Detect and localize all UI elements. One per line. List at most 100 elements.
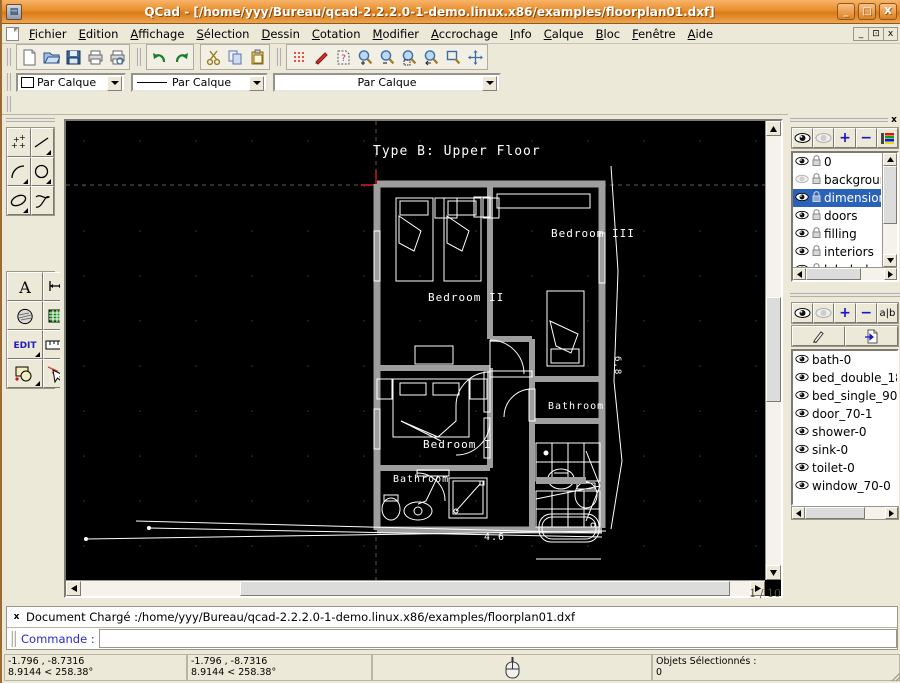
layer-scroll-down-button[interactable] bbox=[883, 254, 897, 267]
layer-lock-icon-2[interactable] bbox=[812, 191, 821, 205]
remove-block-icon[interactable]: − bbox=[856, 303, 877, 323]
zoom-previous-icon[interactable] bbox=[420, 46, 442, 68]
layer-scroll-up-button[interactable] bbox=[883, 153, 897, 166]
block-hscroll-left-button[interactable] bbox=[792, 507, 805, 519]
paste-icon[interactable] bbox=[246, 46, 268, 68]
line-type-combo[interactable]: Par Calque bbox=[273, 73, 501, 92]
block-tool[interactable] bbox=[7, 359, 43, 388]
show-all-layers-icon[interactable] bbox=[792, 128, 813, 148]
block-item-7[interactable]: window_70-0 bbox=[793, 477, 897, 495]
layer-list-vertical-scrollbar[interactable] bbox=[882, 153, 897, 267]
block-item-6[interactable]: toilet-0 bbox=[793, 459, 897, 477]
layer-item-4[interactable]: filling bbox=[793, 225, 881, 243]
layer-item-5[interactable]: interiors bbox=[793, 243, 881, 261]
ellipse-tool[interactable] bbox=[7, 186, 31, 215]
window-maximize-button[interactable]: □ bbox=[858, 3, 876, 20]
drawing-canvas[interactable]: Type B: Upper Floor Bedroom II Bedroom I… bbox=[64, 119, 783, 598]
save-icon[interactable] bbox=[62, 46, 84, 68]
zoom-in-icon[interactable] bbox=[354, 46, 376, 68]
block-visibility-icon-6[interactable] bbox=[795, 461, 809, 475]
point-tool[interactable]: ++++ bbox=[7, 128, 31, 157]
menu-calque[interactable]: Calque bbox=[538, 25, 590, 43]
layer-visibility-icon-2[interactable] bbox=[795, 191, 809, 205]
attributes-toolbar-grip[interactable] bbox=[5, 72, 13, 92]
layer-color-combo[interactable]: Par Calque bbox=[16, 73, 126, 92]
show-all-blocks-icon[interactable] bbox=[792, 303, 813, 323]
chevron-down-icon[interactable] bbox=[107, 76, 122, 91]
toolbar-grip-2[interactable] bbox=[135, 47, 143, 67]
block-list[interactable]: bath-0 bed_double_18 bed_single_90_ door… bbox=[791, 349, 899, 506]
open-icon[interactable] bbox=[40, 46, 62, 68]
new-icon[interactable] bbox=[18, 46, 40, 68]
toolbar-grip[interactable] bbox=[5, 47, 13, 67]
block-list-horizontal-scrollbar[interactable] bbox=[791, 506, 899, 520]
layer-hscroll-left-button[interactable] bbox=[793, 268, 806, 280]
vertical-scroll-thumb[interactable] bbox=[766, 297, 781, 402]
layer-dock-close-button[interactable]: x bbox=[888, 115, 900, 126]
mdi-close-button[interactable]: x bbox=[883, 27, 898, 41]
edit-tool[interactable]: EDIT bbox=[7, 330, 43, 359]
block-visibility-icon-3[interactable] bbox=[795, 407, 809, 421]
layer-visibility-icon-hidden[interactable] bbox=[795, 173, 809, 187]
chevron-down-icon-2[interactable] bbox=[249, 76, 264, 91]
scroll-left-button[interactable] bbox=[66, 581, 81, 596]
hatch-tool[interactable] bbox=[7, 301, 43, 330]
layer-hscroll-thumb[interactable] bbox=[806, 268, 861, 280]
edit-block-icon[interactable] bbox=[792, 326, 845, 346]
redraw-icon[interactable]: ? bbox=[332, 46, 354, 68]
layer-list-horizontal-scrollbar[interactable] bbox=[793, 267, 897, 280]
menu-modifier[interactable]: Modifier bbox=[367, 25, 426, 43]
menu-selection[interactable]: Sélection bbox=[190, 25, 255, 43]
block-dock-grip[interactable] bbox=[790, 291, 900, 299]
canvas-horizontal-scrollbar[interactable] bbox=[66, 580, 765, 596]
rename-block-icon[interactable]: a|b bbox=[877, 303, 898, 323]
menu-affichage[interactable]: Affichage bbox=[124, 25, 190, 43]
scroll-down-button[interactable] bbox=[766, 565, 781, 580]
print-icon[interactable] bbox=[84, 46, 106, 68]
layer-visibility-icon-3[interactable] bbox=[795, 209, 809, 223]
add-layer-icon[interactable]: + bbox=[834, 128, 855, 148]
block-item-3[interactable]: door_70-1 bbox=[793, 405, 897, 423]
menu-bloc[interactable]: Bloc bbox=[590, 25, 626, 43]
add-block-icon[interactable]: + bbox=[834, 303, 855, 323]
block-item-5[interactable]: sink-0 bbox=[793, 441, 897, 459]
window-minimize-button[interactable]: _ bbox=[837, 3, 855, 20]
block-item-0[interactable]: bath-0 bbox=[793, 351, 897, 369]
spline-tool[interactable] bbox=[31, 186, 55, 215]
chevron-down-icon-3[interactable] bbox=[482, 76, 497, 91]
zoom-out-icon[interactable] bbox=[376, 46, 398, 68]
layer-visibility-icon-5[interactable] bbox=[795, 245, 809, 259]
block-item-4[interactable]: shower-0 bbox=[793, 423, 897, 441]
layer-lock-icon-4[interactable] bbox=[812, 227, 821, 241]
canvas-vertical-scrollbar[interactable] bbox=[765, 121, 781, 580]
block-visibility-icon-1[interactable] bbox=[795, 371, 809, 385]
menu-fichier[interactable]: Fichier bbox=[23, 25, 73, 43]
grid-icon[interactable] bbox=[288, 46, 310, 68]
hide-all-blocks-icon[interactable] bbox=[813, 303, 834, 323]
menu-fenetre[interactable]: Fenêtre bbox=[626, 25, 682, 43]
circle-tool[interactable] bbox=[31, 157, 55, 186]
toolbar-grip-3[interactable] bbox=[275, 47, 283, 67]
menu-cotation[interactable]: Cotation bbox=[306, 25, 367, 43]
layer-scroll-thumb[interactable] bbox=[883, 166, 897, 224]
command-input[interactable] bbox=[99, 629, 897, 648]
layer-item-3[interactable]: doors bbox=[793, 207, 881, 225]
layer-item-2[interactable]: dimensions bbox=[793, 189, 881, 207]
layer-lock-icon[interactable] bbox=[812, 155, 821, 169]
scroll-up-button[interactable] bbox=[766, 121, 781, 136]
text-tool[interactable]: A bbox=[7, 272, 43, 301]
cut-icon[interactable] bbox=[202, 46, 224, 68]
draw-icon[interactable] bbox=[310, 46, 332, 68]
command-grip[interactable] bbox=[10, 631, 18, 647]
menu-edition[interactable]: Edition bbox=[73, 25, 125, 43]
menu-info[interactable]: Info bbox=[504, 25, 538, 43]
layer-hscroll-right-button[interactable] bbox=[884, 268, 897, 280]
undo-icon[interactable] bbox=[148, 46, 170, 68]
layer-attributes-icon[interactable] bbox=[877, 128, 898, 148]
menu-dessin[interactable]: Dessin bbox=[255, 25, 305, 43]
menu-aide[interactable]: Aide bbox=[682, 25, 719, 43]
remove-layer-icon[interactable]: − bbox=[856, 128, 877, 148]
print-preview-icon[interactable] bbox=[106, 46, 128, 68]
empty-toolbar-grip[interactable] bbox=[5, 95, 13, 113]
block-visibility-icon-5[interactable] bbox=[795, 443, 809, 457]
